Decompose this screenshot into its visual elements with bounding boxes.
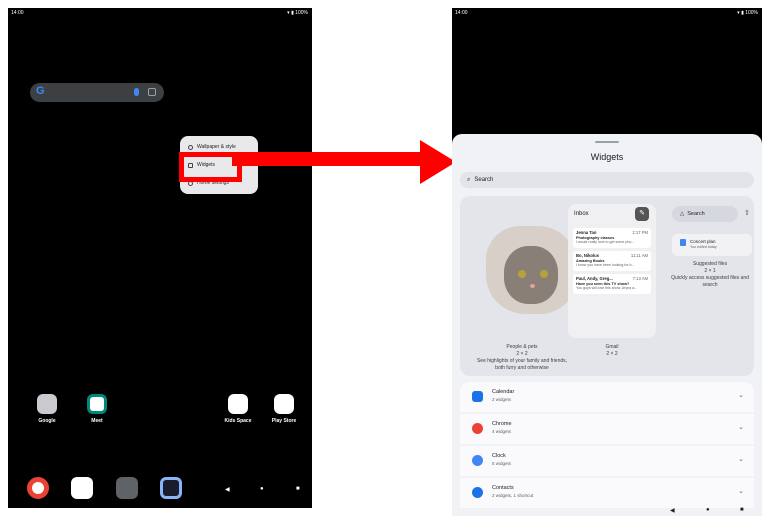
chevron-down-icon: ⌄: [738, 424, 744, 431]
mail-item[interactable]: Bo, Nikolus 11:11 AM Amazing Books I know…: [573, 251, 651, 271]
home-screen: 14:00 ▾ ▮ 100% G Wallpaper & style Widge…: [8, 8, 312, 508]
chrome-icon: [472, 423, 483, 434]
arrow-head-icon: [420, 140, 456, 184]
cat-photo: [504, 246, 558, 304]
chevron-down-icon: ⌄: [738, 392, 744, 399]
camera-icon[interactable]: [160, 477, 182, 499]
google-folder-icon: [37, 394, 57, 414]
widget-list-item-calendar[interactable]: Calendar 2 widgets ⌄: [460, 382, 754, 412]
mic-icon[interactable]: [134, 88, 139, 96]
play-store-icon: [274, 394, 294, 414]
cat-eye: [518, 270, 526, 278]
drive-search-button[interactable]: △ Search: [672, 206, 738, 222]
app-kids-space[interactable]: Kids Space: [218, 394, 258, 424]
drive-widget-size: 2 × 1: [704, 268, 716, 274]
upload-icon[interactable]: ⇧: [744, 209, 750, 217]
status-battery: ▾ ▮ 100%: [287, 10, 308, 16]
compose-pencil-icon[interactable]: ✎: [635, 207, 649, 221]
status-time: 14:00: [455, 10, 468, 16]
home-button[interactable]: ●: [260, 486, 264, 492]
recents-button[interactable]: ■: [740, 507, 744, 513]
drive-file-card[interactable]: Concert plan You edited today: [672, 234, 752, 256]
mail-item[interactable]: Jenna Tan 2:17 PM Photography classes I w…: [573, 228, 651, 248]
home-button[interactable]: ●: [706, 507, 710, 513]
sheet-title: Widgets: [590, 152, 624, 162]
google-search-bar[interactable]: G: [30, 83, 164, 102]
people-widget-name: People & pets: [506, 344, 538, 350]
widget-list-item-contacts[interactable]: Contacts 2 widgets, 1 shortcut ⌄: [460, 478, 754, 508]
status-time: 14:00: [11, 10, 24, 16]
widgets-sheet: Widgets ⌕ Search People & pets 2 × 2 See…: [452, 134, 762, 516]
app-play-store[interactable]: Play Store: [264, 394, 304, 424]
drive-widget[interactable]: △ Search ⇧ Concert plan You edited today…: [666, 204, 754, 314]
app-meet[interactable]: Meet: [77, 394, 117, 424]
suggested-widgets-panel: People & pets 2 × 2 See highlights of yo…: [460, 196, 754, 376]
meet-icon: [87, 394, 107, 414]
menu-item-wallpaper[interactable]: Wallpaper & style: [188, 144, 236, 150]
gmail-widget-name: Gmail: [605, 344, 619, 350]
people-pets-widget[interactable]: [486, 226, 576, 314]
youtube-icon[interactable]: [71, 477, 93, 499]
chevron-down-icon: ⌄: [738, 488, 744, 495]
gmail-widget-size: 2 × 2: [606, 351, 618, 357]
gmail-inbox-label: Inbox: [574, 211, 589, 217]
contacts-icon: [472, 487, 483, 498]
cat-eye: [540, 270, 548, 278]
app-google[interactable]: Google: [27, 394, 67, 424]
palette-icon: [188, 144, 193, 150]
kids-space-icon: [228, 394, 248, 414]
mail-item[interactable]: Paul, Andy, Greg... 7:13 AM Have you seen…: [573, 274, 651, 294]
calendar-icon: [472, 391, 483, 402]
drive-widget-name: Suggested files: [692, 261, 728, 267]
status-battery: ▾ ▮ 100%: [737, 10, 758, 16]
people-widget-desc: See highlights of your family and friend…: [476, 358, 568, 371]
people-widget-size: 2 × 2: [516, 351, 528, 357]
drive-icon: △: [680, 211, 685, 217]
widget-list-item-clock[interactable]: Clock 5 widgets ⌄: [460, 446, 754, 476]
gmail-widget[interactable]: Inbox ✎ Jenna Tan 2:17 PM Photography cla…: [568, 204, 656, 338]
search-icon: ⌕: [467, 176, 471, 183]
widget-list-item-chrome[interactable]: Chrome 4 widgets ⌄: [460, 414, 754, 444]
doc-file-icon: [680, 239, 686, 246]
widgets-screen: 14:00 ▾ ▮ 100% Widgets ⌕ Search People &…: [452, 8, 762, 516]
cat-nose: [530, 284, 535, 288]
drag-handle[interactable]: [595, 141, 619, 143]
recents-button[interactable]: ■: [296, 486, 300, 492]
google-logo-icon: G: [36, 85, 45, 97]
back-button[interactable]: ◀: [225, 486, 230, 493]
chevron-down-icon: ⌄: [738, 456, 744, 463]
lens-icon[interactable]: [148, 88, 156, 96]
chrome-icon[interactable]: [27, 477, 49, 499]
drive-widget-desc: Quickly access suggested files and searc…: [671, 275, 749, 288]
back-button[interactable]: ◀: [670, 507, 675, 514]
settings-app-icon[interactable]: [116, 477, 138, 499]
arrow-shaft: [232, 152, 422, 166]
clock-icon: [472, 455, 483, 466]
widget-search-input[interactable]: ⌕ Search: [460, 172, 754, 188]
